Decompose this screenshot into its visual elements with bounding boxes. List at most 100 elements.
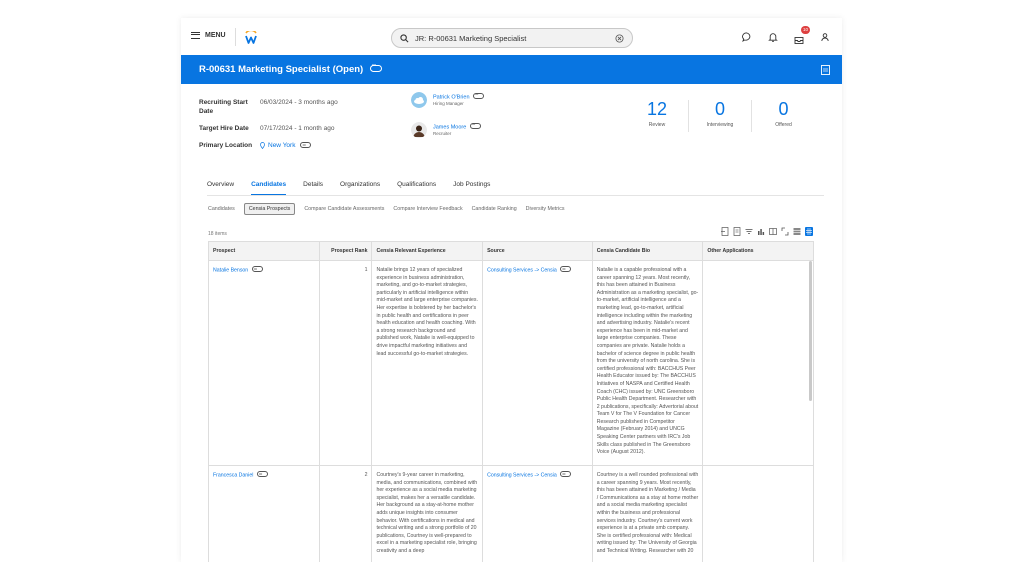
recruiter-related-actions-icon[interactable] bbox=[469, 121, 481, 129]
bio-cell: Natalie is a capable professional with a… bbox=[593, 261, 704, 465]
summary-fields: Recruiting Start Date 06/03/2024 - 3 mon… bbox=[199, 98, 338, 160]
prospect-link[interactable]: Francesca Daniel bbox=[213, 472, 253, 478]
subtab-censia-prospects[interactable]: Censia Prospects bbox=[243, 203, 296, 215]
stat-review[interactable]: 12 Review bbox=[626, 100, 689, 132]
pipeline-stats: 12 Review 0 Interviewing 0 Offered bbox=[626, 100, 815, 132]
subtab-candidates[interactable]: Candidates bbox=[208, 204, 235, 214]
prospect-cell: Natalie Benson bbox=[209, 261, 320, 465]
filter-icon[interactable] bbox=[745, 227, 753, 236]
tab-candidates[interactable]: Candidates bbox=[251, 181, 287, 196]
column-header-relevant-experience[interactable]: Censia Relevant Experience bbox=[372, 242, 484, 260]
hiring-manager-info: Patrick O'Brien Hiring Manager bbox=[433, 91, 485, 107]
subtab-compare-candidate-assessments[interactable]: Compare Candidate Assessments bbox=[304, 204, 384, 214]
source-link[interactable]: Consulting Services -> Censia bbox=[487, 472, 557, 478]
field-primary-location: Primary Location New York bbox=[199, 140, 338, 152]
table-row: Francesca Daniel 2 Courtney's 9-year car… bbox=[209, 466, 813, 562]
tab-qualifications[interactable]: Qualifications bbox=[397, 181, 436, 196]
prospect-link[interactable]: Natalie Benson bbox=[213, 267, 248, 273]
rank-cell: 2 bbox=[320, 466, 373, 562]
rank-cell: 1 bbox=[320, 261, 373, 465]
bio-cell: Courtney is a well rounded professional … bbox=[593, 466, 704, 562]
related-actions-icon[interactable] bbox=[369, 63, 382, 72]
chart-icon[interactable] bbox=[757, 227, 765, 236]
page-header: R-00631 Marketing Specialist (Open) bbox=[181, 55, 842, 84]
workday-logo-icon[interactable] bbox=[244, 31, 258, 45]
nav-icons: 10 bbox=[742, 26, 830, 44]
grid-toolbar bbox=[721, 227, 813, 236]
prospects-table: Prospect Prospect Rank Censia Relevant E… bbox=[208, 241, 814, 562]
stat-offered[interactable]: 0 Offered bbox=[752, 100, 815, 132]
list-view-icon[interactable] bbox=[793, 227, 801, 236]
source-related-actions-icon[interactable] bbox=[560, 265, 572, 272]
hamburger-icon bbox=[191, 32, 200, 39]
hiring-manager-related-actions-icon[interactable] bbox=[473, 91, 485, 99]
recruiter-role: Recruiter bbox=[433, 131, 452, 137]
source-cell: Consulting Services -> Censia bbox=[483, 466, 593, 562]
tab-overview[interactable]: Overview bbox=[207, 181, 234, 196]
clear-search-icon[interactable] bbox=[615, 33, 624, 43]
source-related-actions-icon[interactable] bbox=[560, 470, 572, 477]
subtab-compare-interview-feedback[interactable]: Compare Interview Feedback bbox=[393, 204, 462, 214]
recruiter-name[interactable]: James Moore bbox=[433, 124, 466, 130]
tab-organizations[interactable]: Organizations bbox=[340, 181, 380, 196]
inbox-button[interactable]: 10 bbox=[794, 26, 810, 44]
recruiter-info: James Moore Recruiter bbox=[433, 121, 481, 137]
stat-value: 12 bbox=[646, 99, 668, 119]
field-label: Primary Location bbox=[199, 142, 253, 149]
prospect-cell: Francesca Daniel bbox=[209, 466, 320, 562]
hiring-manager-role: Hiring Manager bbox=[433, 101, 464, 107]
chat-icon[interactable] bbox=[742, 32, 752, 42]
nav-divider bbox=[235, 28, 236, 46]
stat-value: 0 bbox=[778, 99, 789, 119]
tab-details[interactable]: Details bbox=[303, 181, 323, 196]
fullscreen-icon[interactable] bbox=[781, 227, 789, 236]
menu-label: MENU bbox=[205, 32, 226, 39]
columns-icon[interactable] bbox=[769, 227, 777, 236]
stat-label: Interviewing bbox=[706, 122, 734, 128]
experience-cell: Courtney's 9-year career in marketing, m… bbox=[372, 466, 484, 562]
other-applications-cell bbox=[703, 261, 813, 465]
table-header: Prospect Prospect Rank Censia Relevant E… bbox=[209, 242, 813, 261]
tabs-divider bbox=[207, 195, 824, 196]
export-pdf-icon[interactable] bbox=[733, 227, 741, 236]
field-label: Recruiting Start Date bbox=[199, 99, 248, 115]
menu-button[interactable]: MENU bbox=[191, 32, 226, 39]
inbox-badge: 10 bbox=[801, 26, 810, 34]
other-applications-cell bbox=[703, 466, 813, 562]
search-bar[interactable]: JR: R-00631 Marketing Specialist bbox=[391, 28, 633, 48]
page-title: R-00631 Marketing Specialist (Open) bbox=[199, 63, 382, 75]
grid-view-icon[interactable] bbox=[805, 227, 813, 236]
prospect-related-actions-icon[interactable] bbox=[251, 265, 263, 272]
column-header-source[interactable]: Source bbox=[483, 242, 593, 260]
recruiter-name-row: James Moore bbox=[433, 121, 481, 130]
hiring-manager[interactable]: Patrick O'Brien Hiring Manager bbox=[411, 91, 485, 108]
location-related-actions-icon[interactable] bbox=[300, 140, 312, 149]
subtab-diversity-metrics[interactable]: Diversity Metrics bbox=[526, 204, 565, 214]
search-icon bbox=[400, 33, 409, 42]
top-nav: MENU JR: R-00631 Marketing Specialist 10 bbox=[181, 18, 842, 55]
table-scrollbar[interactable] bbox=[809, 261, 812, 401]
subtab-candidate-ranking[interactable]: Candidate Ranking bbox=[472, 204, 517, 214]
export-pdf-icon[interactable] bbox=[821, 65, 830, 75]
page-title-text: R-00631 Marketing Specialist (Open) bbox=[199, 64, 364, 75]
field-recruiting-start-date: Recruiting Start Date 06/03/2024 - 3 mon… bbox=[199, 98, 338, 116]
stat-value: 0 bbox=[714, 99, 725, 119]
location-value: New York bbox=[260, 140, 312, 152]
column-header-candidate-bio[interactable]: Censia Candidate Bio bbox=[593, 242, 704, 260]
source-link[interactable]: Consulting Services -> Censia bbox=[487, 267, 557, 273]
hiring-manager-name[interactable]: Patrick O'Brien bbox=[433, 94, 470, 100]
source-cell: Consulting Services -> Censia bbox=[483, 261, 593, 465]
search-input[interactable]: JR: R-00631 Marketing Specialist bbox=[415, 34, 615, 43]
tab-job-postings[interactable]: Job Postings bbox=[453, 181, 490, 196]
prospect-related-actions-icon[interactable] bbox=[256, 470, 268, 477]
column-header-other-applications[interactable]: Other Applications bbox=[703, 242, 813, 260]
location-link[interactable]: New York bbox=[260, 140, 312, 150]
column-header-prospect-rank[interactable]: Prospect Rank bbox=[320, 242, 373, 260]
column-header-prospect[interactable]: Prospect bbox=[209, 242, 320, 260]
bell-icon[interactable] bbox=[768, 32, 778, 42]
recruiter[interactable]: James Moore Recruiter bbox=[411, 121, 481, 138]
stat-interviewing[interactable]: 0 Interviewing bbox=[689, 100, 752, 132]
export-excel-icon[interactable] bbox=[721, 227, 729, 236]
stat-label: Review bbox=[648, 122, 666, 128]
profile-icon[interactable] bbox=[820, 32, 830, 42]
